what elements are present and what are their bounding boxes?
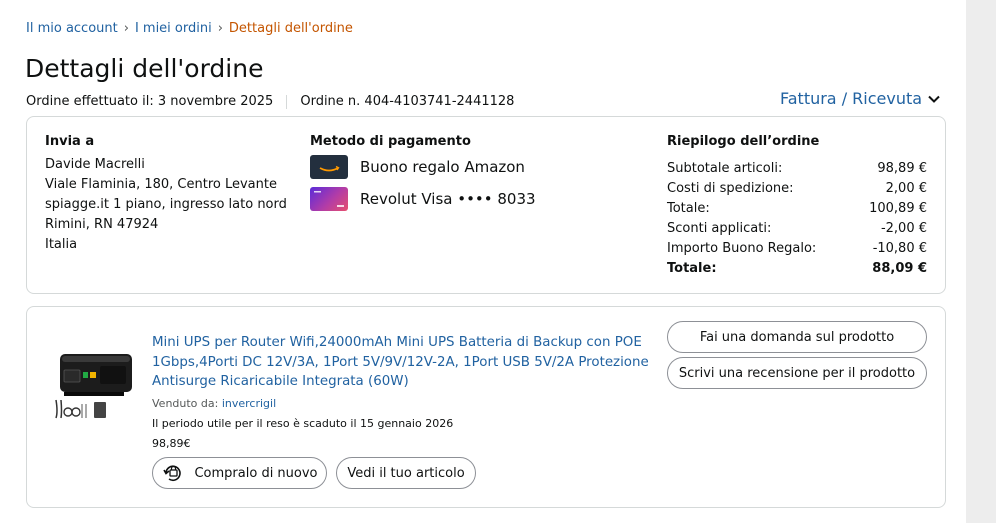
breadcrumb: Il mio account › I miei ordini › Dettagli de… — [26, 21, 353, 36]
view-item-button[interactable]: Vedi il tuo articolo — [336, 457, 476, 489]
summary-label: Sconti applicati: — [667, 221, 772, 236]
payment-method-label: Buono regalo Amazon — [360, 158, 525, 176]
address-line: spiagge.it 1 piano, ingresso lato nord — [45, 197, 287, 212]
shipping-heading: Invia a — [45, 134, 95, 149]
summary-total-row: Totale: 88,09 € — [667, 259, 927, 279]
amazon-gift-card-icon — [310, 155, 348, 179]
breadcrumb-account-link[interactable]: Il mio account — [26, 21, 118, 36]
buy-again-button[interactable]: Compralo di nuovo — [152, 457, 327, 489]
invoice-dropdown[interactable]: Fattura / Ricevuta — [780, 89, 940, 108]
sold-by-label: Venduto da: — [152, 397, 219, 410]
payment-heading: Metodo di pagamento — [310, 134, 471, 149]
summary-row: Subtotale articoli: 98,89 € — [667, 159, 927, 179]
breadcrumb-orders-link[interactable]: I miei ordini — [135, 21, 212, 36]
return-window-text: Il periodo utile per il reso è scaduto i… — [152, 417, 454, 430]
write-review-button[interactable]: Scrivi una recensione per il prodotto — [667, 357, 927, 389]
summary-total-value: 88,09 € — [872, 261, 927, 276]
summary-row: Importo Buono Regalo: -10,80 € — [667, 239, 927, 259]
order-date: Ordine effettuato il: 3 novembre 2025 — [26, 94, 274, 109]
payment-method-row: Revolut Visa •••• 8033 — [310, 187, 536, 211]
invoice-link-label: Fattura / Ricevuta — [780, 89, 923, 108]
buy-again-icon — [163, 465, 182, 482]
summary-label: Costi di spedizione: — [667, 181, 794, 196]
revolut-visa-card-icon — [310, 187, 348, 211]
view-item-label: Vedi il tuo articolo — [347, 465, 465, 481]
breadcrumb-separator: › — [123, 21, 129, 36]
ask-question-button[interactable]: Fai una domanda sul prodotto — [667, 321, 927, 353]
summary-value: -2,00 € — [880, 221, 927, 236]
page-right-gutter — [966, 0, 996, 523]
product-image[interactable] — [50, 352, 136, 422]
page-title: Dettagli dell'ordine — [25, 54, 264, 83]
sold-by: Venduto da: invercrigil — [152, 397, 276, 410]
order-number: Ordine n. 404-4103741-2441128 — [300, 94, 515, 109]
summary-total-label: Totale: — [667, 261, 717, 276]
ask-question-label: Fai una domanda sul prodotto — [699, 329, 895, 345]
meta-divider — [286, 94, 288, 109]
summary-label: Totale: — [667, 201, 710, 216]
breadcrumb-separator: › — [217, 21, 223, 36]
summary-value: 98,89 € — [877, 161, 927, 176]
shipping-address: Davide Macrelli Viale Flaminia, 180, Cen… — [45, 155, 287, 255]
address-line: Italia — [45, 237, 78, 252]
write-review-label: Scrivi una recensione per il prodotto — [678, 365, 916, 381]
summary-heading: Riepilogo dell’ordine — [667, 134, 820, 149]
summary-row: Costi di spedizione: 2,00 € — [667, 179, 927, 199]
address-line: Rimini, RN 47924 — [45, 217, 159, 232]
summary-value: 100,89 € — [869, 201, 927, 216]
address-line: Davide Macrelli — [45, 157, 145, 172]
order-meta: Ordine effettuato il: 3 novembre 2025 Or… — [26, 94, 514, 109]
seller-link[interactable]: invercrigil — [222, 397, 276, 410]
summary-value: 2,00 € — [885, 181, 927, 196]
summary-row: Totale: 100,89 € — [667, 199, 927, 219]
address-line: Viale Flaminia, 180, Centro Levante — [45, 177, 277, 192]
product-title-link[interactable]: Mini UPS per Router Wifi,24000mAh Mini U… — [152, 333, 652, 392]
buy-again-label: Compralo di nuovo — [194, 465, 318, 481]
order-summary: Subtotale articoli: 98,89 € Costi di sped… — [667, 159, 927, 279]
payment-method-label: Revolut Visa •••• 8033 — [360, 190, 536, 208]
product-price: 98,89€ — [152, 437, 191, 450]
summary-value: -10,80 € — [872, 241, 927, 256]
summary-label: Importo Buono Regalo: — [667, 241, 817, 256]
summary-label: Subtotale articoli: — [667, 161, 783, 176]
breadcrumb-current: Dettagli dell'ordine — [228, 21, 353, 36]
payment-method-row: Buono regalo Amazon — [310, 155, 525, 179]
chevron-down-icon — [928, 95, 940, 103]
summary-row: Sconti applicati: -2,00 € — [667, 219, 927, 239]
